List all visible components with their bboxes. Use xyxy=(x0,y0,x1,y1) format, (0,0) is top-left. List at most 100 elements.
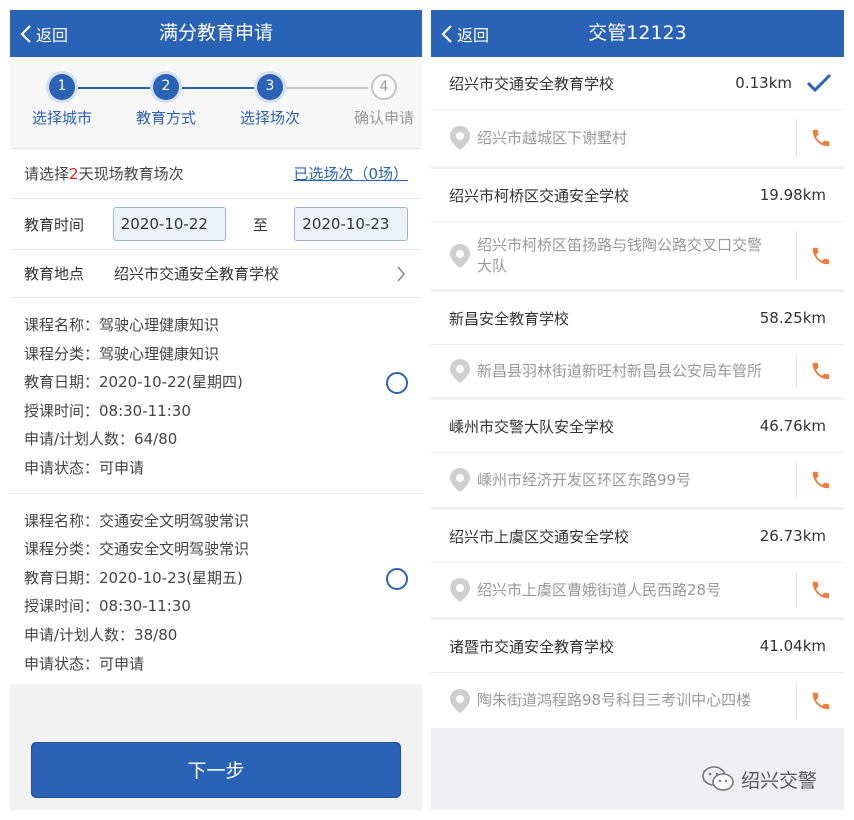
step-number: 2 xyxy=(153,74,179,100)
page-title: 满分教育申请 xyxy=(158,22,273,44)
school-name: 绍兴市柯桥区交通安全学校 xyxy=(449,186,630,205)
step-label: 教育方式 xyxy=(135,109,196,127)
school-item[interactable]: 诸暨市交通安全教育学校 41.04km 陶朱街道鸿程路98号科目三考训中心四楼 xyxy=(431,620,844,728)
course-time: 授课时间：08:30-11:30 xyxy=(24,401,191,420)
footer-area: 下一步 xyxy=(10,684,422,810)
school-address-row: 绍兴市越城区下谢墅村 xyxy=(431,110,844,166)
education-place-label: 教育地点 xyxy=(24,265,85,283)
school-name-row[interactable]: 新昌安全教育学校 58.25km xyxy=(431,292,844,345)
step-number: 1 xyxy=(49,74,75,100)
phone-icon xyxy=(812,247,829,264)
course-item[interactable]: 课程名称：驾驶心理健康知识 课程分类：驾驶心理健康知识 教育日期：2020-10… xyxy=(10,298,422,494)
back-button[interactable]: 返回 xyxy=(20,10,68,57)
course-date: 教育日期：2020-10-23(星期五) xyxy=(24,568,243,587)
school-item[interactable]: 绍兴市交通安全教育学校 0.13km 绍兴市越城区下谢墅村 xyxy=(431,57,844,166)
selected-sessions-link[interactable]: 已选场次（0场） xyxy=(293,163,408,184)
course-name: 课程名称：驾驶心理健康知识 xyxy=(24,316,220,334)
step-4: 4 确认申请 xyxy=(332,57,422,128)
call-button[interactable] xyxy=(796,572,844,608)
step-label: 确认申请 xyxy=(353,109,414,127)
education-time-row: 教育时间 2020-10-22 至 2020-10-23 xyxy=(10,199,422,250)
school-distance: 46.76km xyxy=(759,417,826,435)
school-item[interactable]: 嵊州市交警大队安全学校 46.76km 嵊州市经济开发区环区东路99号 xyxy=(431,400,844,507)
phone-icon xyxy=(812,692,829,709)
education-application-screen: 返回 满分教育申请 1 选择城市 2 教育方式 3 选择场次 4 确认申请 请选… xyxy=(10,10,422,810)
school-name-row[interactable]: 绍兴市交通安全教育学校 0.13km xyxy=(431,57,844,110)
phone-icon xyxy=(812,362,829,380)
school-name: 绍兴市上虞区交通安全学校 xyxy=(449,527,630,546)
step-1: 1 选择城市 xyxy=(10,57,114,128)
chevron-left-icon xyxy=(20,24,31,43)
call-button[interactable] xyxy=(796,354,844,388)
school-address-line: 绍兴市柯桥区笛扬路与钱陶公路交叉口交警 xyxy=(477,235,763,254)
call-button[interactable] xyxy=(796,462,844,498)
step-2: 2 教育方式 xyxy=(114,57,218,128)
wechat-icon xyxy=(702,766,734,791)
session-info-row: 请选择2天现场教育场次 已选场次（0场） xyxy=(10,149,422,199)
school-item[interactable]: 新昌安全教育学校 58.25km 新昌县羽林街道新旺村新昌县公安局车管所 xyxy=(431,292,844,397)
course-category: 课程分类：交通安全文明驾驶常识 xyxy=(24,540,250,559)
step-3: 3 选择场次 xyxy=(218,57,322,128)
phone-icon xyxy=(812,581,829,599)
school-item[interactable]: 绍兴市柯桥区交通安全学校 19.98km 绍兴市柯桥区笛扬路与钱陶公路交叉口交警… xyxy=(431,169,844,289)
location-pin-icon xyxy=(450,126,470,150)
school-name-row[interactable]: 诸暨市交通安全教育学校 41.04km xyxy=(431,620,844,673)
school-address: 嵊州市经济开发区环区东路99号 xyxy=(477,470,692,489)
location-pin-icon xyxy=(450,359,470,383)
start-date-field[interactable]: 2020-10-22 xyxy=(112,207,227,241)
location-pin-icon xyxy=(450,688,470,713)
school-address-row: 新昌县羽林街道新旺村新昌县公安局车管所 xyxy=(431,345,844,397)
date-separator: 至 xyxy=(252,215,268,234)
course-status: 申请状态：可申请 xyxy=(24,458,145,477)
course-radio[interactable] xyxy=(386,372,408,394)
school-address-line: 大队 xyxy=(477,256,508,275)
days-count: 2 xyxy=(69,165,79,183)
school-list-screen: 返回 交管12123 绍兴市交通安全教育学校 0.13km 绍兴市越城区下谢墅村 xyxy=(431,10,844,810)
course-status: 申请状态：可申请 xyxy=(24,654,145,673)
school-address: 新昌县羽林街道新旺村新昌县公安局车管所 xyxy=(477,361,763,380)
location-pin-icon xyxy=(450,243,470,268)
school-name: 嵊州市交警大队安全学校 xyxy=(449,417,615,436)
call-button[interactable] xyxy=(796,682,844,719)
call-button[interactable] xyxy=(796,231,844,280)
school-name-row[interactable]: 绍兴市柯桥区交通安全学校 19.98km xyxy=(431,169,844,222)
education-place-value: 绍兴市交通安全教育学校 xyxy=(114,265,280,283)
school-name-row[interactable]: 绍兴市上虞区交通安全学校 26.73km xyxy=(431,510,844,563)
school-address-row: 陶朱街道鸿程路98号科目三考训中心四楼 xyxy=(431,673,844,728)
course-name: 课程名称：交通安全文明驾驶常识 xyxy=(24,511,250,530)
school-address-row: 绍兴市上虞区曹娥街道人民西路28号 xyxy=(431,563,844,617)
header-bar: 返回 交管12123 xyxy=(431,10,844,57)
phone-icon xyxy=(812,129,829,147)
step-number: 4 xyxy=(371,74,397,100)
school-address: 绍兴市上虞区曹娥街道人民西路28号 xyxy=(477,580,722,599)
step-label: 选择场次 xyxy=(239,109,300,127)
next-step-button[interactable]: 下一步 xyxy=(31,742,401,798)
back-label: 返回 xyxy=(36,25,69,45)
course-time: 授课时间：08:30-11:30 xyxy=(24,597,191,616)
education-place-row[interactable]: 教育地点 绍兴市交通安全教育学校 xyxy=(10,250,422,298)
school-item[interactable]: 绍兴市上虞区交通安全学校 26.73km 绍兴市上虞区曹娥街道人民西路28号 xyxy=(431,510,844,617)
location-pin-icon xyxy=(450,468,470,492)
course-capacity: 申请/计划人数：38/80 xyxy=(24,625,178,644)
school-list: 绍兴市交通安全教育学校 0.13km 绍兴市越城区下谢墅村 绍兴市柯桥区交通安全… xyxy=(431,57,844,728)
school-address-row: 嵊州市经济开发区环区东路99号 xyxy=(431,453,844,507)
call-button[interactable] xyxy=(796,119,844,157)
education-time-label: 教育时间 xyxy=(24,215,85,234)
step-number: 3 xyxy=(257,74,283,100)
chevron-right-icon xyxy=(397,265,406,282)
end-date-field[interactable]: 2020-10-23 xyxy=(294,207,408,241)
course-item[interactable]: 课程名称：交通安全文明驾驶常识 课程分类：交通安全文明驾驶常识 教育日期：202… xyxy=(10,494,422,690)
school-distance: 41.04km xyxy=(759,637,826,655)
school-distance: 19.98km xyxy=(759,186,826,204)
back-button[interactable]: 返回 xyxy=(441,10,489,57)
school-distance: 26.73km xyxy=(759,527,826,545)
instruction-prefix: 请选择 xyxy=(24,165,70,183)
page-title: 交管12123 xyxy=(588,22,687,44)
watermark: 绍兴交警 xyxy=(701,765,817,793)
course-capacity: 申请/计划人数：64/80 xyxy=(24,430,178,449)
back-label: 返回 xyxy=(457,25,490,45)
school-distance: 58.25km xyxy=(759,309,826,327)
school-name-row[interactable]: 嵊州市交警大队安全学校 46.76km xyxy=(431,400,844,453)
school-address: 绍兴市越城区下谢墅村 xyxy=(477,128,628,147)
course-radio[interactable] xyxy=(386,567,408,590)
